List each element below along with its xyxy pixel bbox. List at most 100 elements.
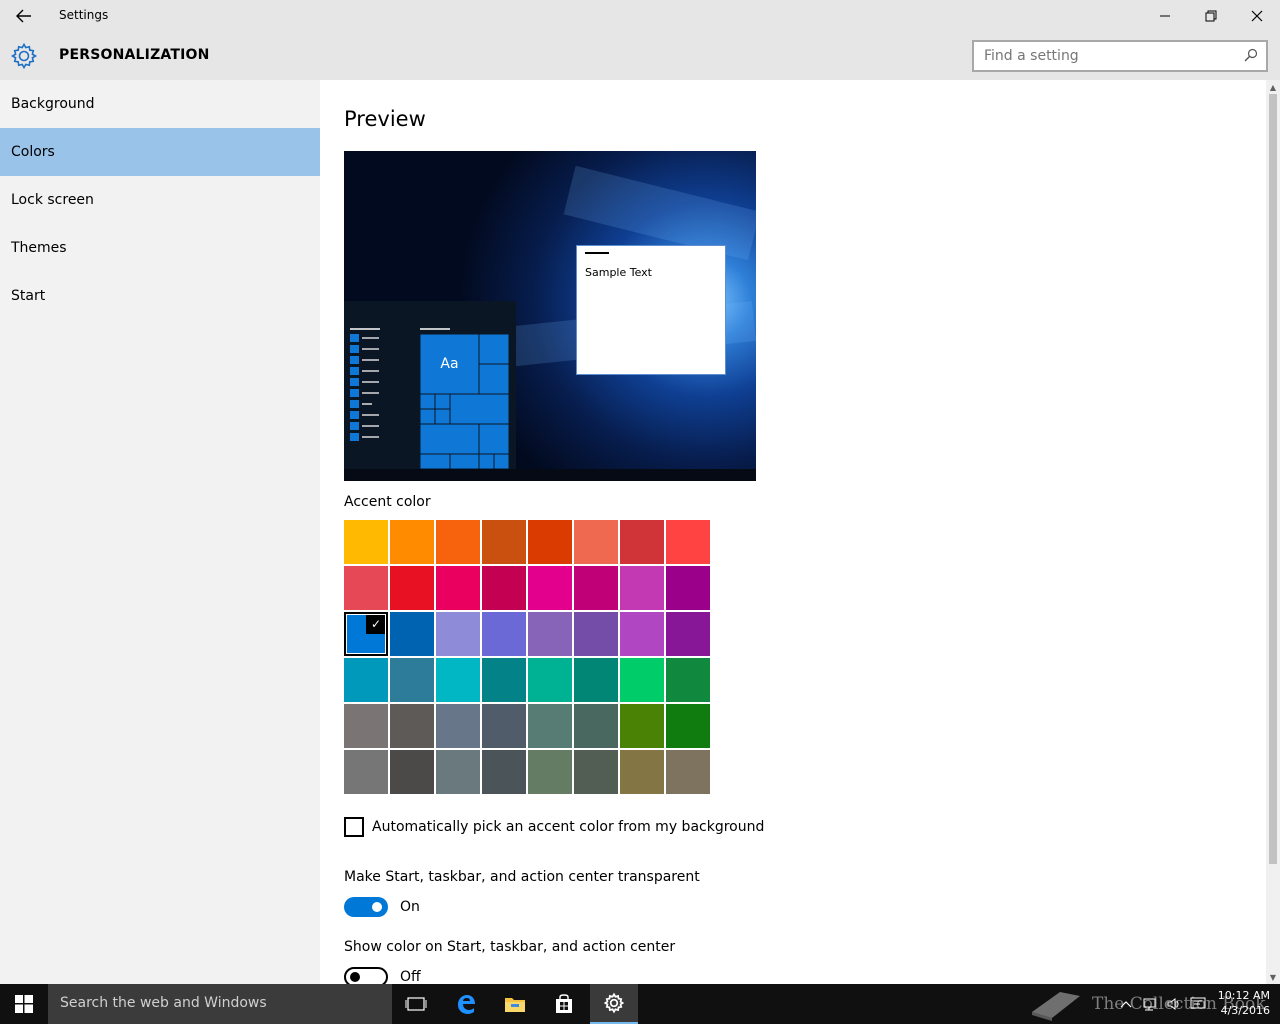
accent-color-swatch[interactable] — [666, 566, 710, 610]
book-logo-icon — [1032, 992, 1080, 1021]
clock[interactable]: 10:12 AM 4/3/2016 — [1210, 988, 1270, 1018]
back-arrow-icon — [16, 9, 31, 23]
accent-color-swatch[interactable] — [574, 520, 618, 564]
taskbar-search-box[interactable]: Search the web and Windows — [48, 984, 392, 1024]
accent-color-swatch[interactable] — [390, 750, 434, 794]
scroll-up-icon[interactable]: ▲ — [1266, 80, 1280, 94]
chevron-up-icon[interactable] — [1120, 999, 1132, 1009]
accent-color-swatch[interactable] — [482, 566, 526, 610]
transparent-toggle[interactable] — [344, 897, 388, 917]
clock-date: 4/3/2016 — [1220, 1004, 1270, 1017]
accent-color-swatch[interactable] — [574, 566, 618, 610]
accent-color-swatch[interactable] — [390, 658, 434, 702]
store-button[interactable] — [540, 984, 588, 1024]
accent-color-label: Accent color — [344, 494, 431, 510]
accent-color-swatch[interactable] — [482, 658, 526, 702]
accent-color-swatch[interactable] — [344, 750, 388, 794]
transparent-toggle-row[interactable]: On — [344, 897, 420, 917]
accent-color-swatch[interactable] — [620, 750, 664, 794]
sidebar-item-label: Start — [11, 288, 46, 304]
settings-taskbar-button[interactable] — [590, 984, 638, 1024]
accent-color-swatch[interactable] — [390, 566, 434, 610]
store-icon — [556, 994, 572, 1013]
accent-color-swatch[interactable] — [344, 704, 388, 748]
accent-color-swatch[interactable] — [528, 520, 572, 564]
accent-color-swatch[interactable] — [574, 658, 618, 702]
restore-button[interactable] — [1188, 0, 1234, 32]
accent-color-swatch[interactable] — [666, 520, 710, 564]
preview-tile-label: Aa — [440, 356, 459, 372]
toggle-knob — [372, 902, 382, 912]
close-button[interactable] — [1234, 0, 1280, 32]
sidebar-item-label: Themes — [11, 240, 67, 256]
accent-color-swatch[interactable] — [344, 566, 388, 610]
accent-color-swatch[interactable] — [344, 520, 388, 564]
edge-button[interactable] — [442, 984, 490, 1024]
sidebar-item-background[interactable]: Background — [0, 80, 320, 128]
search-input[interactable] — [984, 46, 1224, 66]
action-center-icon[interactable] — [1190, 997, 1206, 1011]
accent-color-swatch[interactable] — [436, 658, 480, 702]
accent-color-swatch[interactable] — [482, 520, 526, 564]
accent-color-swatch[interactable] — [620, 520, 664, 564]
auto-pick-accent-row[interactable]: Automatically pick an accent color from … — [344, 817, 764, 837]
accent-color-swatch[interactable] — [528, 566, 572, 610]
accent-color-swatch[interactable] — [390, 520, 434, 564]
minimize-button[interactable] — [1142, 0, 1188, 32]
task-view-icon — [405, 997, 427, 1011]
accent-color-swatch[interactable] — [482, 750, 526, 794]
auto-pick-accent-label: Automatically pick an accent color from … — [372, 819, 765, 835]
accent-color-swatch[interactable] — [528, 612, 572, 656]
accent-color-swatch[interactable] — [436, 612, 480, 656]
sidebar-item-themes[interactable]: Themes — [0, 224, 320, 272]
accent-color-swatch[interactable] — [528, 704, 572, 748]
accent-color-swatch[interactable] — [666, 750, 710, 794]
accent-color-swatch[interactable] — [574, 750, 618, 794]
accent-color-swatch[interactable] — [390, 612, 434, 656]
accent-color-swatch[interactable] — [620, 566, 664, 610]
accent-color-swatch[interactable] — [436, 704, 480, 748]
task-view-button[interactable] — [392, 984, 440, 1024]
accent-color-swatch[interactable] — [482, 612, 526, 656]
sidebar-item-label: Lock screen — [11, 192, 94, 208]
show-color-toggle[interactable] — [344, 967, 388, 984]
sidebar-item-colors[interactable]: Colors — [0, 128, 320, 176]
show-color-toggle-row[interactable]: Off — [344, 967, 421, 984]
accent-color-swatch[interactable] — [390, 704, 434, 748]
start-button[interactable] — [0, 984, 48, 1024]
scroll-down-icon[interactable]: ▼ — [1266, 970, 1280, 984]
network-icon[interactable] — [1142, 997, 1158, 1011]
toggle-knob — [350, 972, 360, 982]
sidebar-item-start[interactable]: Start — [0, 272, 320, 320]
settings-header: PERSONALIZATION — [0, 32, 1280, 80]
sidebar-item-label: Colors — [11, 144, 55, 160]
vertical-scrollbar[interactable]: ▲ ▼ — [1266, 80, 1280, 984]
accent-color-swatch[interactable] — [620, 658, 664, 702]
file-explorer-button[interactable] — [491, 984, 539, 1024]
back-button[interactable] — [0, 0, 48, 32]
accent-color-grid: ✓ — [344, 520, 712, 800]
volume-icon[interactable] — [1166, 997, 1182, 1011]
sidebar-item-lock-screen[interactable]: Lock screen — [0, 176, 320, 224]
accent-color-swatch[interactable] — [528, 750, 572, 794]
auto-pick-accent-checkbox[interactable] — [344, 817, 364, 837]
scroll-thumb[interactable] — [1269, 94, 1277, 864]
section-title: PERSONALIZATION — [59, 47, 210, 63]
accent-color-swatch[interactable] — [574, 704, 618, 748]
accent-color-swatch[interactable] — [574, 612, 618, 656]
accent-color-swatch[interactable] — [620, 612, 664, 656]
search-icon[interactable] — [1244, 48, 1258, 62]
accent-color-swatch[interactable] — [666, 704, 710, 748]
accent-color-swatch[interactable] — [436, 520, 480, 564]
accent-color-swatch[interactable] — [620, 704, 664, 748]
gear-icon — [10, 42, 38, 70]
accent-color-swatch[interactable] — [482, 704, 526, 748]
search-box[interactable] — [972, 40, 1268, 72]
accent-color-swatch[interactable] — [344, 658, 388, 702]
accent-color-swatch[interactable] — [528, 658, 572, 702]
accent-color-swatch[interactable] — [666, 658, 710, 702]
accent-color-swatch[interactable] — [436, 750, 480, 794]
accent-color-swatch[interactable]: ✓ — [344, 612, 388, 656]
accent-color-swatch[interactable] — [666, 612, 710, 656]
accent-color-swatch[interactable] — [436, 566, 480, 610]
